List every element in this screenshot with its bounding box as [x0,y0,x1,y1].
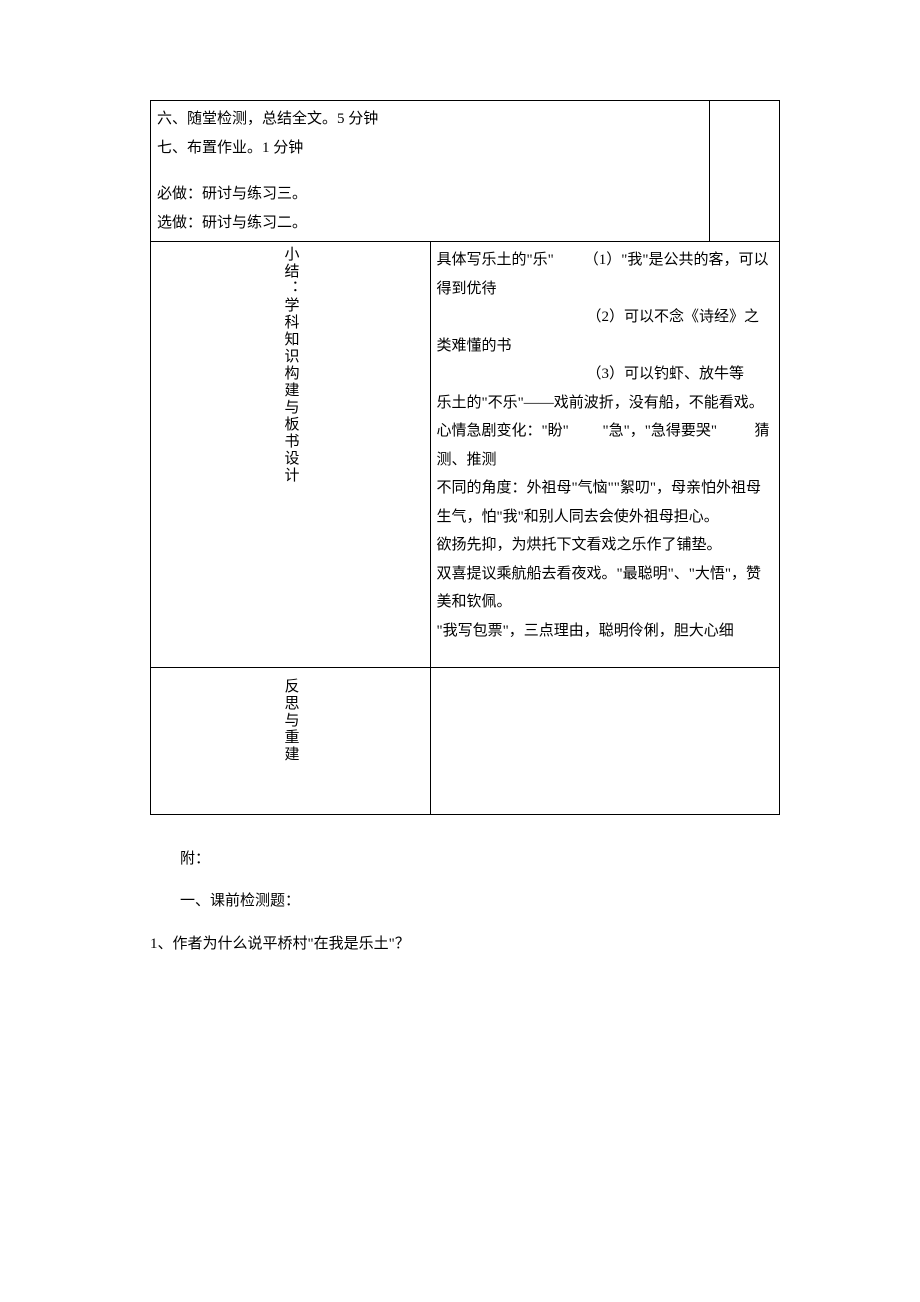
lesson-plan-table: 六、随堂检测，总结全文。5 分钟 七、布置作业。1 分钟 必做：研讨与练习三。 … [150,100,780,815]
summary-line: 心情急剧变化："盼" "急"，"急得要哭" 猜测、推测 [437,417,774,474]
activities-cell: 六、随堂检测，总结全文。5 分钟 七、布置作业。1 分钟 必做：研讨与练习三。 … [151,101,710,242]
table-row-summary: 小结：学科知识构建与板书设计 具体写乐土的"乐" （1）"我"是公共的客，可以得… [151,242,780,668]
reflection-content-cell [430,668,780,815]
pretest-question: 1、作者为什么说平桥村"在我是乐土"？ [150,930,780,959]
summary-label: 小结：学科知识构建与板书设计 [276,246,305,484]
reflection-label-cell: 反思与重建 [151,668,431,815]
summary-line: 乐土的"不乐"——戏前波折，没有船，不能看戏。 [437,389,774,418]
summary-line: 双喜提议乘航船去看夜戏。"最聪明"、"大悟"，赞美和钦佩。 [437,560,774,617]
pretest-heading: 一、课前检测题： [150,887,780,916]
right-margin-cell [710,101,780,242]
table-row-activities: 六、随堂检测，总结全文。5 分钟 七、布置作业。1 分钟 必做：研讨与练习三。 … [151,101,780,242]
summary-line: 具体写乐土的"乐" （1）"我"是公共的客，可以得到优待 [437,246,774,303]
summary-content-cell: 具体写乐土的"乐" （1）"我"是公共的客，可以得到优待 （2）可以不念《诗经》… [430,242,780,668]
summary-line: 不同的角度：外祖母"气恼""絮叨"，母亲怕外祖母生气，怕"我"和别人同去会使外祖… [437,474,774,531]
activity-line: 七、布置作业。1 分钟 [157,134,703,163]
reflection-label: 反思与重建 [276,678,305,763]
table-row-reflection: 反思与重建 [151,668,780,815]
summary-line: （3）可以钓虾、放牛等 [437,360,774,389]
activity-line: 六、随堂检测，总结全文。5 分钟 [157,105,703,134]
homework-required: 必做：研讨与练习三。 [157,180,703,209]
summary-label-cell: 小结：学科知识构建与板书设计 [151,242,431,668]
summary-line: （2）可以不念《诗经》之类难懂的书 [437,303,774,360]
appendix-title: 附： [150,845,780,874]
appendix-section: 附： 一、课前检测题： 1、作者为什么说平桥村"在我是乐土"？ [150,845,780,959]
homework-optional: 选做：研讨与练习二。 [157,209,703,238]
summary-line: 欲扬先抑，为烘托下文看戏之乐作了铺垫。 [437,531,774,560]
summary-line: "我写包票"，三点理由，聪明伶俐，胆大心细 [437,617,774,664]
